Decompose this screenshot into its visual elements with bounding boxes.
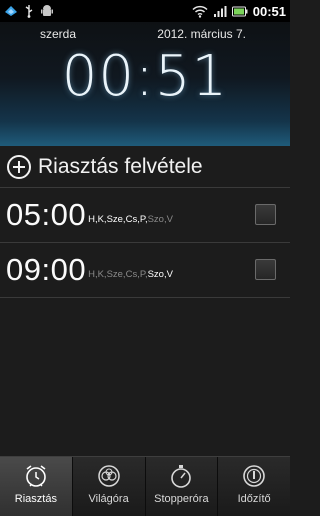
usb-icon (24, 4, 34, 18)
day-label: Cs, (125, 214, 140, 225)
day-label: Sze, (106, 269, 126, 280)
alarm-enable-checkbox[interactable] (255, 259, 276, 280)
day-label: H, (88, 214, 98, 225)
tab-alarm[interactable]: Riasztás (0, 457, 72, 516)
day-label: K, (97, 269, 107, 280)
alarm-time: 09:00 (6, 252, 87, 287)
add-circle-icon (7, 154, 31, 179)
wifi-icon (192, 5, 208, 18)
alarm-row[interactable]: 05:00 H,K,Sze,Cs,P,Szo,V (0, 188, 290, 243)
bottom-tab-bar: Riasztás Világóra Stopperóra Időzítő (0, 456, 290, 516)
alarm-days: H,K,Sze,Cs,P,Szo,V (88, 214, 173, 225)
current-day: szerda (40, 27, 77, 41)
alarm-clock-icon (23, 463, 49, 489)
alarm-enable-checkbox[interactable] (255, 204, 276, 225)
day-label: V (166, 269, 173, 280)
tab-label: Riasztás (14, 493, 57, 505)
status-bar: 00:51 (0, 0, 290, 22)
day-label: P, (139, 214, 148, 225)
tab-label: Időzítő (237, 493, 271, 505)
add-alarm-button[interactable]: Riasztás felvétele (0, 146, 290, 188)
signal-icon (213, 5, 227, 18)
day-label: Szo, (147, 269, 167, 280)
alarm-days: H,K,Sze,Cs,P,Szo,V (88, 269, 173, 280)
day-label: P, (139, 269, 148, 280)
tab-world-clock[interactable]: Világóra (71, 457, 145, 516)
timer-icon (241, 463, 267, 489)
day-label: Cs, (125, 269, 140, 280)
alarm-time: 05:00 (6, 197, 87, 232)
day-label: K, (97, 214, 107, 225)
current-date: 2012. március 7. (157, 27, 246, 41)
day-label: Sze, (106, 214, 126, 225)
sync-icon (4, 4, 18, 18)
android-debug-icon (40, 4, 54, 18)
day-label: Szo, (147, 214, 167, 225)
tab-stopwatch[interactable]: Stopperóra (144, 457, 218, 516)
tab-label: Világóra (88, 493, 129, 505)
clock-header: szerda 2012. március 7. 00:51 (0, 22, 290, 146)
alarm-row[interactable]: 09:00 H,K,Sze,Cs,P,Szo,V (0, 243, 290, 298)
digital-clock: 00:51 (61, 44, 229, 109)
day-label: H, (88, 269, 98, 280)
world-clock-icon (96, 463, 122, 489)
tab-label: Stopperóra (154, 493, 209, 505)
battery-icon (231, 5, 248, 18)
stopwatch-icon (168, 463, 194, 489)
status-time: 00:51 (252, 3, 286, 19)
day-label: V (166, 214, 173, 225)
tab-timer[interactable]: Időzítő (217, 457, 290, 516)
add-alarm-label: Riasztás felvétele (38, 154, 203, 178)
